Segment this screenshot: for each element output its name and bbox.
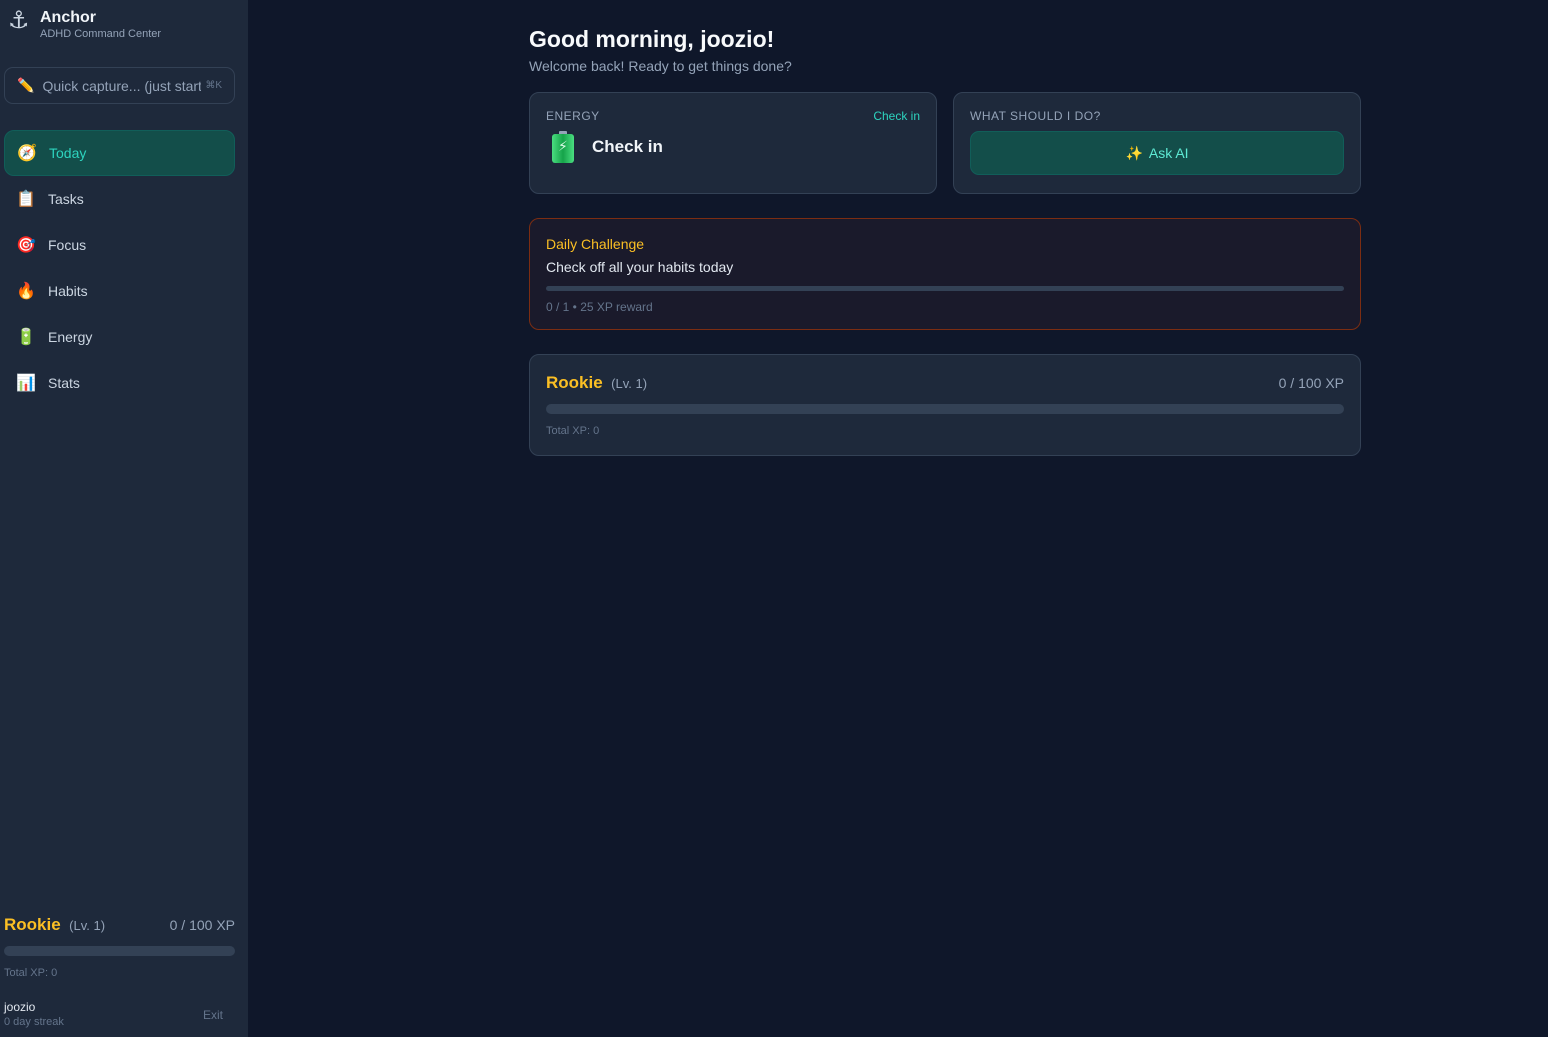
sidebar-level-panel: Rookie (Lv. 1) 0 / 100 XP Total XP: 0: [4, 915, 235, 979]
app-title: Anchor: [40, 9, 96, 26]
challenge-description: Check off all your habits today: [546, 259, 734, 275]
brand: ⚓ Anchor ADHD Command Center: [8, 6, 161, 41]
energy-check-in-button[interactable]: Check in: [592, 137, 663, 157]
sparkles-icon: ✨: [1125, 144, 1143, 161]
bar-chart-icon: 📊: [16, 375, 36, 392]
target-icon: 🎯: [16, 237, 36, 254]
quick-capture[interactable]: ✏️ ⌘K: [4, 67, 235, 104]
ai-suggestion-card: WHAT SHOULD I DO? ✨ Ask AI: [953, 92, 1361, 194]
fire-icon: 🔥: [16, 283, 36, 300]
nav-item-habits[interactable]: 🔥 Habits: [4, 268, 235, 314]
page-title: Good morning, joozio!: [529, 26, 775, 52]
nav-label: Tasks: [48, 191, 84, 207]
energy-check-in-link[interactable]: Check in: [873, 109, 920, 123]
welcome-text: Welcome back! Ready to get things done?: [529, 58, 792, 74]
total-xp: Total XP: 0: [546, 425, 600, 437]
user-panel: joozio 0 day streak Exit: [4, 1000, 235, 1028]
total-xp: Total XP: 0: [4, 967, 58, 979]
compass-icon: 🧭: [17, 145, 37, 162]
nav-item-stats[interactable]: 📊 Stats: [4, 360, 235, 406]
xp-count: 0 / 100 XP: [169, 917, 235, 933]
rank-name: Rookie: [4, 915, 61, 934]
pencil-icon: ✏️: [17, 77, 35, 93]
nav-label: Energy: [48, 329, 93, 345]
battery-icon: 🔋: [16, 329, 36, 346]
main-nav: 🧭 Today 📋 Tasks 🎯 Focus 🔥 Habits 🔋 Energ…: [4, 130, 235, 406]
main-content: Good morning, joozio! Welcome back! Read…: [529, 24, 1361, 456]
challenge-reward: 0 / 1 • 25 XP reward: [546, 300, 653, 314]
username: joozio: [4, 1000, 36, 1014]
battery-icon: ⚡: [552, 131, 574, 163]
ask-ai-label: Ask AI: [1148, 145, 1189, 161]
nav-item-energy[interactable]: 🔋 Energy: [4, 314, 235, 360]
nav-item-tasks[interactable]: 📋 Tasks: [4, 176, 235, 222]
challenge-title: Daily Challenge: [546, 236, 645, 252]
anchor-icon: ⚓: [8, 7, 30, 34]
nav-label: Stats: [48, 375, 80, 391]
nav-item-focus[interactable]: 🎯 Focus: [4, 222, 235, 268]
exit-button[interactable]: Exit: [203, 1008, 223, 1022]
challenge-progress-bar: [546, 286, 1344, 291]
level-number: (Lv. 1): [611, 376, 648, 391]
clipboard-icon: 📋: [16, 191, 36, 208]
ask-ai-button[interactable]: ✨ Ask AI: [970, 131, 1344, 175]
quick-capture-input[interactable]: [42, 77, 202, 94]
level-card: Rookie (Lv. 1) 0 / 100 XP Total XP: 0: [529, 354, 1361, 456]
nav-label: Focus: [48, 237, 87, 253]
energy-card: ENERGY Check in ⚡ Check in: [529, 92, 937, 194]
shortcut-hint: ⌘K: [205, 80, 222, 91]
xp-progress-bar: [546, 404, 1344, 414]
sidebar: ⚓ Anchor ADHD Command Center ✏️ ⌘K 🧭 Tod…: [0, 0, 248, 1037]
nav-label: Habits: [48, 283, 88, 299]
daily-challenge-card: Daily Challenge Check off all your habit…: [529, 218, 1361, 330]
level-number: (Lv. 1): [69, 918, 106, 933]
ai-suggestion-label: WHAT SHOULD I DO?: [970, 109, 1101, 123]
nav-item-today[interactable]: 🧭 Today: [4, 130, 235, 176]
app-subtitle: ADHD Command Center: [40, 28, 162, 40]
xp-count: 0 / 100 XP: [1278, 375, 1344, 391]
xp-progress-bar: [4, 946, 235, 956]
energy-label: ENERGY: [546, 109, 600, 123]
rank-name: Rookie: [546, 373, 603, 392]
streak-count: 0 day streak: [4, 1016, 64, 1028]
nav-label: Today: [49, 145, 87, 161]
